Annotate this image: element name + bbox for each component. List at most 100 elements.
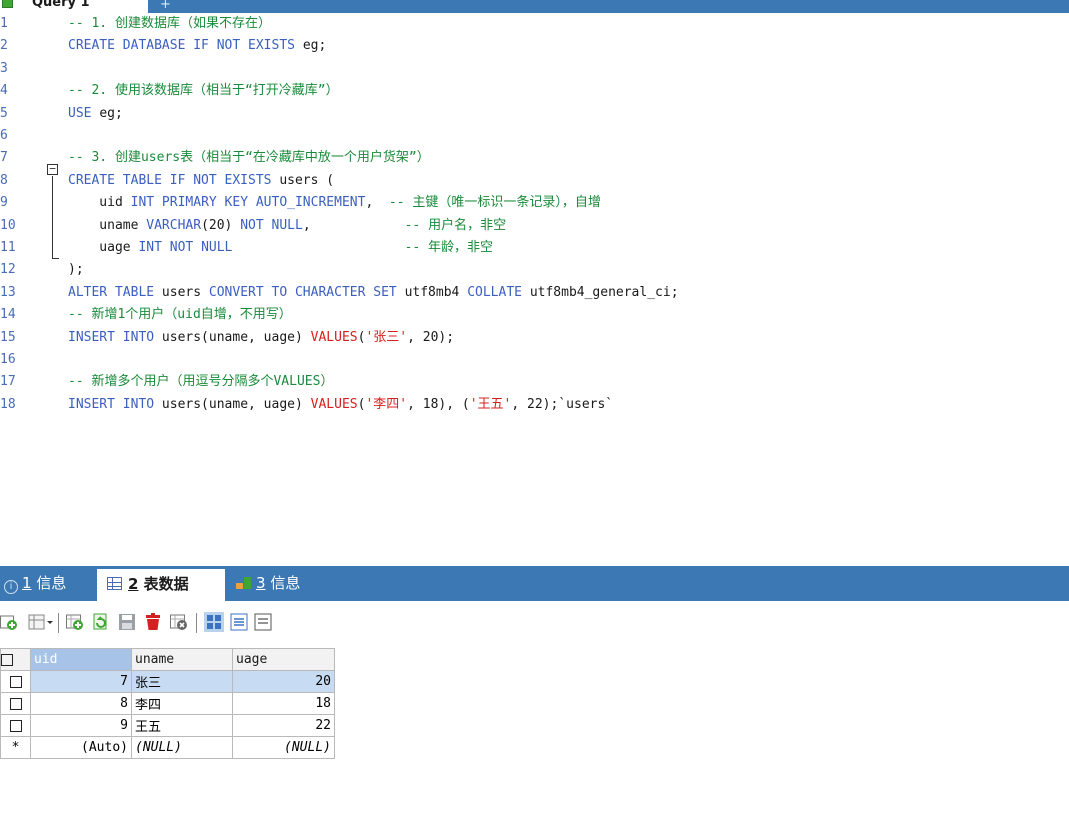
code-line[interactable]: 8 CREATE TABLE IF NOT EXISTS users ( [0, 170, 1069, 192]
grid-header-row: uid uname uage [0, 648, 335, 671]
code-token: '王五' [469, 396, 512, 412]
cell-uid[interactable]: 7 [30, 670, 132, 693]
tab-table-data[interactable]: 2 表数据 [97, 569, 225, 601]
code-token: uage [68, 240, 139, 255]
cell-uage[interactable]: 18 [232, 692, 335, 715]
code-line[interactable]: 7 -- 3. 创建users表（相当于“在冷藏库中放一个用户货架”） [0, 147, 1069, 169]
line-number: 3 [0, 60, 8, 76]
code-token: ); [68, 262, 84, 278]
select-all-checkbox[interactable] [0, 648, 31, 671]
table-row[interactable]: 8 李四 18 [0, 692, 335, 715]
add-row-icon[interactable] [66, 613, 84, 631]
query-icon [2, 0, 13, 8]
tab-query-1[interactable]: Query 1 [0, 0, 148, 13]
code-line[interactable]: 17 -- 新增多个用户（用逗号分隔多个VALUES） [0, 371, 1069, 393]
code-line[interactable]: 15 INSERT INTO users(uname, uage) VALUES(… [0, 327, 1069, 349]
code-line[interactable]: 12); [0, 259, 1069, 281]
text-view-icon[interactable] [254, 613, 272, 631]
code-line[interactable]: 6 [0, 125, 1069, 147]
fold-toggle-icon[interactable]: − [47, 163, 58, 175]
tab-table-data-label: 表数据 [143, 575, 189, 593]
code-token: USE [68, 105, 100, 121]
line-number: 5 [0, 105, 8, 121]
line-number: 13 [0, 284, 16, 300]
code-line[interactable]: 10 uname VARCHAR(20) NOT NULL, -- 用户名，非空 [0, 215, 1069, 237]
cell-uage[interactable]: (NULL) [232, 736, 335, 759]
code-text: INSERT INTO users(uname, uage) VALUES('李… [68, 394, 613, 416]
code-token: uname [68, 217, 147, 233]
line-number: 15 [0, 329, 16, 345]
code-text: CREATE DATABASE IF NOT EXISTS eg; [68, 35, 326, 57]
code-token: -- 1. 创建数据库（如果不存在） [68, 16, 271, 31]
grid-view-icon[interactable] [204, 612, 224, 632]
code-token: '张三' [365, 329, 408, 345]
form-view-icon[interactable] [230, 613, 248, 631]
column-header-uname[interactable]: uname [131, 648, 233, 671]
code-line[interactable]: 2 CREATE DATABASE IF NOT EXISTS eg; [0, 35, 1069, 57]
cell-uage[interactable]: 22 [232, 714, 335, 737]
code-token: utf8mb4_general_ci; [529, 284, 679, 300]
row-checkbox[interactable] [0, 692, 31, 715]
code-token: VALUES [310, 396, 358, 412]
info-icon: i [4, 580, 18, 594]
tab-info-1-number: 1 [22, 574, 32, 592]
table-row[interactable]: 7 张三 20 [0, 670, 335, 693]
cell-uname[interactable]: 张三 [131, 670, 233, 693]
cell-uname[interactable]: 王五 [131, 714, 233, 737]
code-line[interactable]: 5 USE eg; [0, 103, 1069, 125]
code-line[interactable]: 18 INSERT INTO users(uname, uage) VALUES(… [0, 394, 1069, 416]
code-text: ALTER TABLE users CONVERT TO CHARACTER S… [68, 282, 679, 304]
table-row[interactable]: 9 王五 22 [0, 714, 335, 737]
new-tab-button[interactable]: + [160, 0, 171, 12]
code-line[interactable]: 16 [0, 349, 1069, 371]
code-token: VARCHAR [146, 217, 202, 233]
column-header-uage[interactable]: uage [232, 648, 335, 671]
delete-icon[interactable] [144, 613, 162, 631]
code-token: '李四' [365, 396, 408, 412]
import-dropdown-icon[interactable] [28, 613, 54, 631]
tab-info-1[interactable]: i1 信息 [4, 566, 66, 601]
code-token: -- 年龄，非空 [404, 240, 494, 255]
code-token: -- 新增1个用户（uid自增，不用写） [68, 307, 292, 323]
code-line[interactable]: 11 uage INT NOT NULL -- 年龄，非空 [0, 237, 1069, 259]
code-token: INT NOT NULL [138, 240, 233, 255]
insert-row-icon[interactable] [0, 613, 18, 631]
code-line[interactable]: 13 ALTER TABLE users CONVERT TO CHARACTER… [0, 282, 1069, 304]
code-token: users(uname, uage) [161, 396, 311, 412]
sql-editor[interactable]: 1 -- 1. 创建数据库（如果不存在） 2 CREATE DATABASE IF N… [0, 13, 1069, 566]
cell-uid[interactable]: 8 [30, 692, 132, 715]
code-token: CREATE DATABASE IF NOT EXISTS [68, 38, 303, 54]
refresh-icon[interactable] [92, 613, 110, 631]
column-header-uid[interactable]: uid [30, 648, 132, 671]
cell-uname[interactable]: (NULL) [131, 736, 233, 759]
line-number: 14 [0, 307, 16, 323]
code-line[interactable]: 1 -- 1. 创建数据库（如果不存在） [0, 13, 1069, 35]
row-checkbox[interactable] [0, 714, 31, 737]
code-text: uage INT NOT NULL -- 年龄，非空 [68, 237, 493, 259]
new-row[interactable]: * (Auto) (NULL) (NULL) [0, 736, 335, 759]
line-number: 16 [0, 352, 16, 367]
discard-icon[interactable] [170, 613, 188, 631]
code-text: ); [68, 259, 84, 281]
tab-info-3[interactable]: 3 信息 [236, 566, 300, 601]
code-line[interactable]: 9 uid INT PRIMARY KEY AUTO_INCREMENT, --… [0, 192, 1069, 214]
code-text: uname VARCHAR(20) NOT NULL, -- 用户名，非空 [68, 215, 506, 237]
code-text: INSERT INTO users(uname, uage) VALUES('张… [68, 327, 454, 349]
cell-uage[interactable]: 20 [232, 670, 335, 693]
tab-info-1-label: 信息 [36, 574, 67, 592]
save-icon[interactable] [118, 613, 136, 631]
cell-uid[interactable]: (Auto) [30, 736, 132, 759]
cell-uname[interactable]: 李四 [131, 692, 233, 715]
code-line[interactable]: 14 -- 新增1个用户（uid自增，不用写） [0, 304, 1069, 326]
tab-table-data-number: 2 [128, 575, 139, 593]
fold-guide-end [52, 258, 59, 259]
code-line[interactable]: 4 -- 2. 使用该数据库（相当于“打开冷藏库”） [0, 80, 1069, 102]
code-token: utf8mb4 [404, 284, 468, 300]
toolbar-separator [58, 613, 59, 633]
row-checkbox[interactable] [0, 670, 31, 693]
code-token: users(uname, uage) [161, 329, 311, 345]
cell-uid[interactable]: 9 [30, 714, 132, 737]
code-line[interactable]: 3 [0, 58, 1069, 80]
new-row-marker: * [0, 736, 31, 759]
